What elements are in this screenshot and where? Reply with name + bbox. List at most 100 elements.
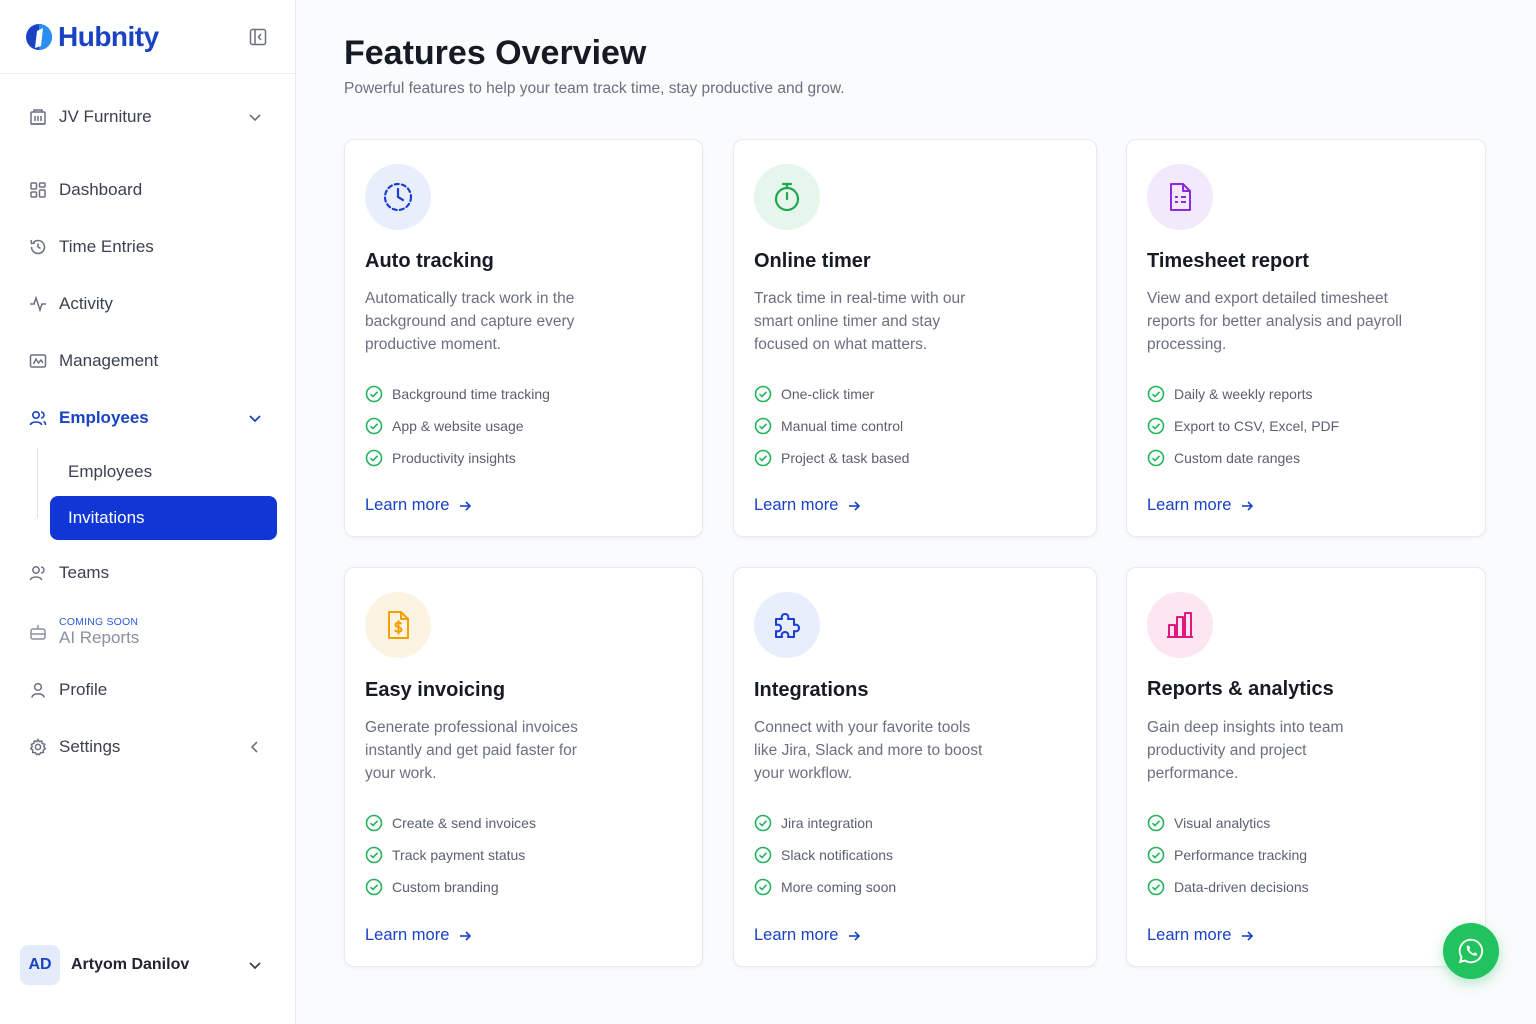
feature-item: Visual analytics xyxy=(1147,814,1270,832)
learn-more-label: Learn more xyxy=(365,926,450,944)
feature-item: Daily & weekly reports xyxy=(1147,385,1313,403)
feature-label: Data-driven decisions xyxy=(1174,879,1309,895)
feature-item: More coming soon xyxy=(754,878,896,896)
feature-card-reports-analytics: Reports & analytics Gain deep insights i… xyxy=(1126,567,1486,967)
card-description: Gain deep insights into team productivit… xyxy=(1147,719,1344,782)
whatsapp-icon xyxy=(1458,938,1484,964)
feature-item: Productivity insights xyxy=(365,449,516,467)
sidebar-item-profile[interactable]: Profile xyxy=(28,670,267,710)
feature-label: Manual time control xyxy=(781,418,904,434)
workspace-name: JV Furniture xyxy=(59,107,152,126)
learn-more-link[interactable]: Learn more xyxy=(1147,496,1255,515)
feature-item: App & website usage xyxy=(365,417,524,435)
check-circle-icon xyxy=(365,878,383,896)
card-title: Timesheet report xyxy=(1147,250,1309,272)
workspace-selector[interactable]: JV Furniture xyxy=(28,97,267,137)
check-circle-icon xyxy=(365,417,383,435)
sidebar-item-label: Settings xyxy=(59,737,121,756)
sidebar-item-activity[interactable]: Activity xyxy=(28,284,267,324)
sidebar-item-label: Time Entries xyxy=(59,237,154,256)
arrow-right-icon xyxy=(460,500,472,511)
user-name: Artyom Danilov xyxy=(71,956,190,973)
robot-icon xyxy=(30,625,46,640)
feature-label: App & website usage xyxy=(392,418,524,434)
check-circle-icon xyxy=(754,878,772,896)
check-circle-icon xyxy=(1147,449,1165,467)
feature-item: Project & task based xyxy=(754,449,909,467)
check-circle-icon xyxy=(365,385,383,403)
feature-item: Jira integration xyxy=(754,814,873,832)
learn-more-link[interactable]: Learn more xyxy=(365,926,473,945)
collapse-sidebar-icon[interactable] xyxy=(249,28,267,46)
feature-label: Export to CSV, Excel, PDF xyxy=(1174,418,1340,434)
avatar: AD xyxy=(20,945,60,985)
sidebar-item-employees[interactable]: Employees xyxy=(28,398,267,438)
sidebar-item-label: Employees xyxy=(59,408,149,427)
card-description: Generate professional invoices instantly… xyxy=(365,719,578,782)
sidebar-item-teams[interactable]: Teams xyxy=(28,553,267,593)
feature-label: Create & send invoices xyxy=(392,815,536,831)
feature-card-online-timer: Online timer Track time in real-time wit… xyxy=(733,139,1097,537)
check-circle-icon xyxy=(754,417,772,435)
learn-more-link[interactable]: Learn more xyxy=(365,496,473,515)
feature-card-integrations: Integrations Connect with your favorite … xyxy=(733,567,1097,967)
history-icon xyxy=(30,239,46,255)
activity-icon xyxy=(30,295,46,313)
sidebar-item-label: Activity xyxy=(59,294,113,313)
card-title: Easy invoicing xyxy=(365,679,506,701)
feature-item: Background time tracking xyxy=(365,385,550,403)
user-icon xyxy=(31,682,45,698)
submenu-item-invitations[interactable]: Invitations xyxy=(50,496,277,540)
invoice-icon xyxy=(388,611,409,639)
users-icon xyxy=(29,410,47,426)
learn-more-link[interactable]: Learn more xyxy=(754,926,862,945)
brand-name: Hubnity xyxy=(58,20,159,52)
feature-card-auto-tracking: Auto tracking Automatically track work i… xyxy=(344,139,703,537)
arrow-right-icon xyxy=(1242,930,1254,941)
coming-soon-badge: COMING SOON xyxy=(59,616,139,629)
whatsapp-chat-button[interactable] xyxy=(1443,923,1499,979)
check-circle-icon xyxy=(365,846,383,864)
feature-item: Data-driven decisions xyxy=(1147,878,1309,896)
feature-item: Performance tracking xyxy=(1147,846,1307,864)
card-title: Online timer xyxy=(754,250,871,272)
feature-label: Custom branding xyxy=(392,879,499,895)
feature-item: One-click timer xyxy=(754,385,874,403)
learn-more-label: Learn more xyxy=(365,496,450,514)
learn-more-link[interactable]: Learn more xyxy=(754,496,862,515)
learn-more-label: Learn more xyxy=(754,926,839,944)
card-icon-wrap xyxy=(1147,592,1213,658)
sidebar-item-management[interactable]: Management xyxy=(28,341,267,381)
learn-more-label: Learn more xyxy=(1147,926,1232,944)
card-description: Connect with your favorite tools like Ji… xyxy=(754,719,983,782)
feature-label: Performance tracking xyxy=(1174,847,1308,863)
feature-item: Custom branding xyxy=(365,878,499,896)
feature-label: Custom date ranges xyxy=(1174,450,1301,466)
chevron-down-icon xyxy=(249,962,261,970)
team-icon xyxy=(29,566,45,581)
user-menu[interactable]: AD Artyom Danilov xyxy=(20,944,267,986)
learn-more-label: Learn more xyxy=(754,496,839,514)
submenu-guide-line xyxy=(37,448,38,518)
check-circle-icon xyxy=(365,449,383,467)
sidebar-item-ai-reports[interactable]: COMING SOON AI Reports xyxy=(28,610,267,654)
sidebar: Hubnity JV Furniture Dashboard Time Entr… xyxy=(0,0,296,1024)
card-description: Track time in real-time with our smart o… xyxy=(754,290,966,353)
arrow-right-icon xyxy=(849,500,861,511)
management-icon xyxy=(29,354,47,368)
submenu-item-employees[interactable]: Employees xyxy=(68,462,152,482)
sidebar-item-dashboard[interactable]: Dashboard xyxy=(28,170,267,210)
feature-label: Daily & weekly reports xyxy=(1174,386,1313,402)
check-circle-icon xyxy=(365,814,383,832)
feature-item: Export to CSV, Excel, PDF xyxy=(1147,417,1339,435)
check-circle-icon xyxy=(754,385,772,403)
feature-item: Create & send invoices xyxy=(365,814,536,832)
feature-item: Custom date ranges xyxy=(1147,449,1300,467)
sidebar-item-time-entries[interactable]: Time Entries xyxy=(28,227,267,267)
sidebar-item-settings[interactable]: Settings xyxy=(28,727,267,767)
feature-item: Manual time control xyxy=(754,417,903,435)
bar-chart-icon xyxy=(1167,612,1193,638)
learn-more-link[interactable]: Learn more xyxy=(1147,926,1255,945)
check-circle-icon xyxy=(1147,878,1165,896)
chevron-down-icon xyxy=(249,415,261,423)
